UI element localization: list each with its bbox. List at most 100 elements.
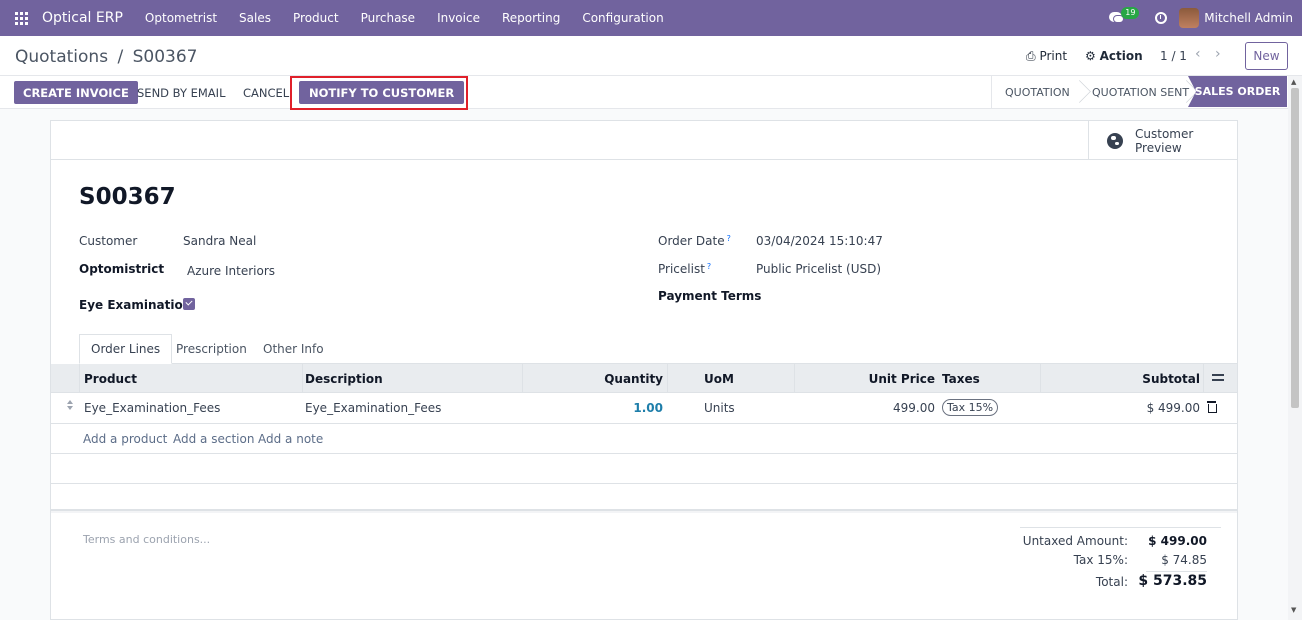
column-divider bbox=[667, 364, 668, 393]
column-divider bbox=[794, 364, 795, 393]
nav-sales[interactable]: Sales bbox=[239, 11, 271, 25]
stage-quotation-sent[interactable]: QUOTATION SENT bbox=[1092, 76, 1189, 108]
empty-row bbox=[51, 454, 1237, 484]
help-icon[interactable]: ? bbox=[707, 262, 711, 271]
col-product[interactable]: Product bbox=[84, 364, 137, 393]
customer-preview-button[interactable]: Customer Preview bbox=[1088, 121, 1237, 160]
nav-reporting[interactable]: Reporting bbox=[502, 11, 560, 25]
column-divider bbox=[1040, 364, 1041, 393]
action-button[interactable]: ⚙ Action bbox=[1085, 49, 1143, 63]
chat-icon[interactable]: 19 bbox=[1109, 0, 1149, 36]
send-by-email-button[interactable]: SEND BY EMAIL bbox=[137, 86, 225, 100]
activity-clock-icon[interactable] bbox=[1155, 12, 1168, 24]
add-note-link[interactable]: Add a note bbox=[258, 432, 323, 446]
top-navbar: Optical ERP Optometrist Sales Product Pu… bbox=[0, 0, 1302, 36]
col-description[interactable]: Description bbox=[305, 364, 383, 393]
order-date-field[interactable]: 03/04/2024 15:10:47 bbox=[756, 234, 883, 248]
column-divider bbox=[79, 364, 80, 393]
column-divider bbox=[1203, 364, 1204, 393]
col-uom[interactable]: UoM bbox=[704, 364, 734, 393]
tax-badge[interactable]: Tax 15% bbox=[942, 399, 999, 416]
scroll-thumb[interactable] bbox=[1291, 88, 1299, 408]
stage-sales-order[interactable]: SALES ORDER bbox=[1188, 76, 1287, 107]
nav-purchase[interactable]: Purchase bbox=[361, 11, 416, 25]
new-button[interactable]: New bbox=[1245, 42, 1288, 70]
tab-prescription[interactable]: Prescription bbox=[165, 334, 258, 364]
pager-next-icon[interactable]: › bbox=[1215, 46, 1221, 62]
gear-icon: ⚙ bbox=[1085, 49, 1096, 63]
globe-icon bbox=[1107, 132, 1123, 149]
drag-handle-icon[interactable] bbox=[67, 400, 73, 412]
col-subtotal[interactable]: Subtotal bbox=[1043, 364, 1200, 393]
customer-label: Customer bbox=[79, 234, 138, 248]
optometrist-field[interactable]: Azure Interiors bbox=[187, 264, 275, 278]
vertical-scrollbar[interactable]: ▲ ▼ bbox=[1288, 76, 1302, 620]
breadcrumb-current: S00367 bbox=[132, 47, 198, 67]
sheet-button-box: Customer Preview bbox=[51, 121, 1237, 160]
nav-invoice[interactable]: Invoice bbox=[437, 11, 480, 25]
eye-examination-checkbox[interactable] bbox=[183, 298, 195, 310]
add-section-link[interactable]: Add a section bbox=[173, 432, 254, 446]
order-lines-header: Product Description Quantity UoM Unit Pr… bbox=[51, 364, 1237, 393]
row-description[interactable]: Eye_Examination_Fees bbox=[305, 401, 441, 415]
pager-value[interactable]: 1 / 1 bbox=[1160, 49, 1187, 63]
scroll-down-icon[interactable]: ▼ bbox=[1291, 606, 1296, 614]
col-quantity[interactable]: Quantity bbox=[525, 364, 663, 393]
highlight-box bbox=[290, 76, 468, 110]
customer-preview-label: Customer Preview bbox=[1135, 126, 1194, 155]
record-title: S00367 bbox=[79, 184, 176, 210]
stage-quotation[interactable]: QUOTATION bbox=[1005, 76, 1070, 108]
form-sheet: Customer Preview S00367 Customer Sandra … bbox=[50, 120, 1238, 620]
user-avatar[interactable] bbox=[1179, 8, 1200, 28]
add-line-row: Add a product Add a section Add a note bbox=[51, 424, 1237, 454]
col-taxes[interactable]: Taxes bbox=[942, 364, 980, 393]
col-unit-price[interactable]: Unit Price bbox=[797, 364, 935, 393]
terms-and-conditions-field[interactable]: Terms and conditions... bbox=[83, 533, 210, 546]
tab-other-info[interactable]: Other Info bbox=[252, 334, 335, 364]
payment-terms-label: Payment Terms bbox=[658, 289, 762, 303]
totals-top-line bbox=[1020, 527, 1221, 528]
empty-row bbox=[51, 484, 1237, 510]
column-divider bbox=[302, 364, 303, 393]
cancel-button[interactable]: CANCEL bbox=[243, 86, 289, 100]
column-divider bbox=[522, 364, 523, 393]
row-quantity[interactable]: 1.00 bbox=[525, 401, 663, 415]
breadcrumb-separator: / bbox=[117, 47, 124, 67]
total-value: $ 573.85 bbox=[1138, 573, 1207, 589]
action-label: Action bbox=[1099, 49, 1143, 63]
total-divider-line bbox=[1146, 571, 1207, 572]
customer-field[interactable]: Sandra Neal bbox=[183, 234, 256, 248]
row-unit-price[interactable]: 499.00 bbox=[797, 401, 935, 415]
breadcrumb: Quotations / S00367 bbox=[15, 47, 197, 67]
optometrist-label: Optomistrict bbox=[79, 262, 165, 276]
scroll-up-icon[interactable]: ▲ bbox=[1291, 78, 1296, 86]
row-uom[interactable]: Units bbox=[704, 401, 735, 415]
stage-chevron bbox=[1074, 76, 1086, 108]
statusbar: CREATE INVOICE SEND BY EMAIL CANCEL NOTI… bbox=[0, 76, 1302, 110]
row-product[interactable]: Eye_Examination_Fees bbox=[84, 401, 220, 415]
trash-icon[interactable] bbox=[1207, 401, 1217, 413]
apps-menu-icon[interactable] bbox=[0, 0, 42, 36]
nav-optometrist[interactable]: Optometrist bbox=[145, 11, 217, 25]
app-brand[interactable]: Optical ERP bbox=[42, 10, 123, 26]
user-name[interactable]: Mitchell Admin bbox=[1204, 11, 1293, 25]
pricelist-field[interactable]: Public Pricelist (USD) bbox=[756, 262, 881, 276]
tax-value: $ 74.85 bbox=[1161, 553, 1207, 567]
pager-prev-icon[interactable]: ‹ bbox=[1195, 46, 1201, 62]
untaxed-amount-value: $ 499.00 bbox=[1148, 534, 1207, 548]
row-subtotal: $ 499.00 bbox=[1146, 401, 1200, 415]
nav-product[interactable]: Product bbox=[293, 11, 339, 25]
control-panel: Quotations / S00367 ⎙ Print ⚙ Action 1 /… bbox=[0, 36, 1302, 76]
optional-columns-icon[interactable] bbox=[1212, 373, 1224, 383]
eye-examination-label: Eye Examination bbox=[79, 298, 192, 312]
breadcrumb-parent[interactable]: Quotations bbox=[15, 47, 108, 67]
untaxed-amount-label: Untaxed Amount: bbox=[1022, 534, 1128, 548]
help-icon[interactable]: ? bbox=[727, 234, 731, 243]
table-row[interactable]: Eye_Examination_Fees Eye_Examination_Fee… bbox=[51, 393, 1237, 424]
print-label: Print bbox=[1039, 49, 1068, 63]
create-invoice-button[interactable]: CREATE INVOICE bbox=[14, 81, 138, 104]
add-product-link[interactable]: Add a product bbox=[83, 432, 167, 446]
print-button[interactable]: ⎙ Print bbox=[1026, 49, 1067, 64]
nav-configuration[interactable]: Configuration bbox=[582, 11, 663, 25]
tab-order-lines[interactable]: Order Lines bbox=[79, 334, 173, 364]
